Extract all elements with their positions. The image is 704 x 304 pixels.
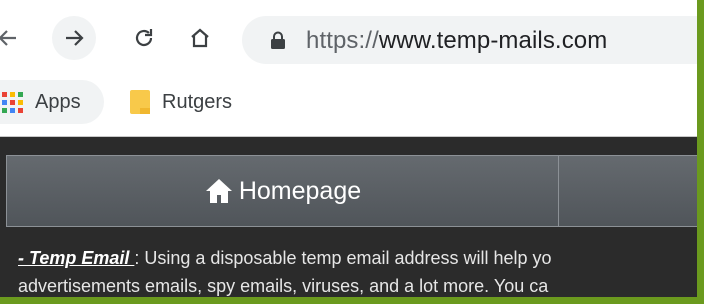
apps-grid-dot <box>10 91 15 97</box>
forward-button[interactable] <box>52 16 96 60</box>
temp-email-link[interactable]: - Temp Email <box>18 248 134 268</box>
browser-window: https://www.temp-mails.com Apps Rutgers … <box>0 0 697 297</box>
web-page: Homepage - Temp Email : Using a disposab… <box>0 137 697 297</box>
apps-grid-dot <box>18 99 23 105</box>
folder-icon <box>130 90 150 114</box>
bookmarks-bar: Apps Rutgers <box>0 80 697 128</box>
apps-grid-dot <box>2 91 7 97</box>
nav-tab-homepage-label: Homepage <box>238 176 362 205</box>
arrow-left-icon <box>0 30 16 46</box>
home-button[interactable] <box>178 16 222 60</box>
apps-grid-dot <box>2 107 7 113</box>
apps-grid-dot <box>2 99 7 105</box>
bookmark-rutgers-label: Rutgers <box>162 90 233 113</box>
apps-grid-dot <box>18 107 23 113</box>
reload-icon <box>135 29 153 47</box>
bookmark-rutgers[interactable]: Rutgers <box>130 80 232 124</box>
reload-button[interactable] <box>122 16 166 60</box>
home-outline-icon <box>191 28 209 48</box>
intro-line-1-text: : Using a disposable temp email address … <box>134 248 552 268</box>
apps-grid-dot <box>10 99 15 105</box>
url-scheme: https:// <box>306 27 379 54</box>
bookmark-apps-label: Apps <box>35 90 81 113</box>
home-icon <box>205 179 232 203</box>
intro-line-1: - Temp Email : Using a disposable temp e… <box>18 244 697 272</box>
apps-grid-dot <box>10 107 15 113</box>
intro-paragraph: - Temp Email : Using a disposable temp e… <box>18 244 697 297</box>
bookmark-apps[interactable]: Apps <box>0 80 104 124</box>
nav-tab-homepage[interactable]: Homepage <box>6 155 560 227</box>
apps-grid-dot <box>18 91 23 97</box>
lock-icon[interactable] <box>270 31 286 49</box>
url-host: www.temp-mails.com <box>378 27 608 54</box>
address-bar[interactable]: https://www.temp-mails.com <box>242 16 697 64</box>
browser-toolbar: https://www.temp-mails.com <box>0 0 697 80</box>
arrow-right-icon <box>66 30 84 46</box>
apps-grid-icon <box>2 91 23 113</box>
url-text[interactable]: https://www.temp-mails.com <box>306 27 607 55</box>
back-button[interactable] <box>0 16 30 60</box>
intro-line-2: advertisements emails, spy emails, virus… <box>18 276 549 296</box>
nav-tab-next[interactable] <box>558 155 697 227</box>
